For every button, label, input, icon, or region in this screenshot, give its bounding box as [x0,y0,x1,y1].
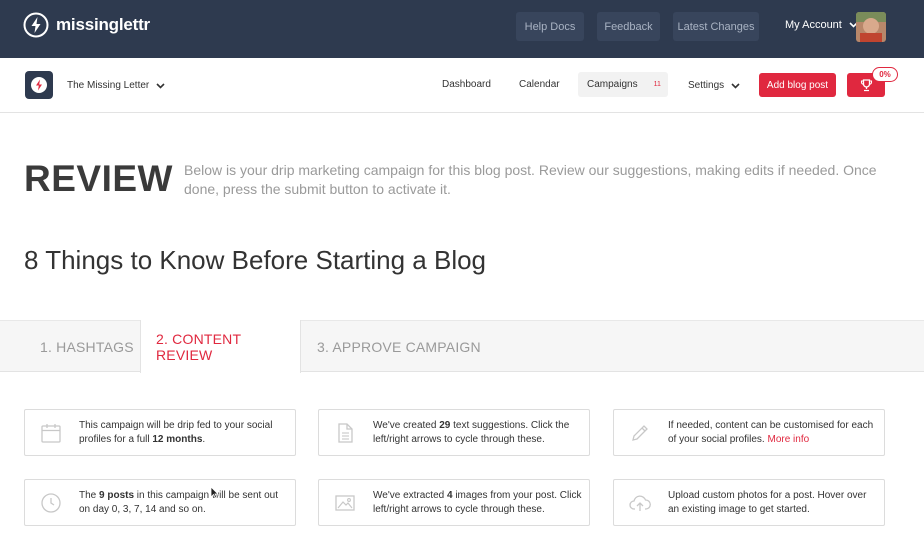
site-logo[interactable] [25,71,53,99]
my-account-label: My Account [785,19,842,31]
image-icon [335,495,355,511]
add-blog-post-button[interactable]: Add blog post [759,73,836,97]
info-card-text: The 9 posts in this campaign will be sen… [79,490,278,515]
my-account-menu[interactable]: My Account [785,19,858,31]
nav-settings-label: Settings [688,80,725,91]
info-card-text: If needed, content can be customised for… [668,420,874,445]
trophy-icon [860,78,872,91]
info-card-text: Upload custom photos for a post. Hover o… [668,490,867,515]
site-navigation-bar: The Missing Letter Dashboard Calendar Ca… [0,58,924,113]
chevron-down-icon [731,82,740,89]
blog-post-title: 8 Things to Know Before Starting a Blog [24,245,487,275]
campaigns-count-badge: 11 [653,81,661,88]
feedback-button[interactable]: Feedback [597,12,660,41]
mouse-pointer-icon [210,486,219,499]
info-card-drip: This campaign will be drip fed to your s… [24,409,296,456]
nav-campaigns[interactable]: Campaigns 11 [578,72,668,97]
brand-logo[interactable]: missinglettr [23,12,150,38]
info-card-text: We've created 29 text suggestions. Click… [373,420,570,445]
brand-name: missinglettr [56,15,150,34]
info-card-images: We've extracted 4 images from your post.… [318,479,590,526]
tab-hashtags[interactable]: 1. HASHTAGS [40,321,134,372]
tab-content-review[interactable]: 2. CONTENT REVIEW [140,320,301,373]
nav-settings[interactable]: Settings [688,80,740,91]
avatar[interactable] [856,12,886,42]
document-icon [338,423,353,443]
more-info-link[interactable]: More info [768,434,810,445]
info-card-customise: If needed, content can be customised for… [613,409,885,456]
latest-changes-button[interactable]: Latest Changes [673,12,759,41]
lightning-bolt-icon [23,12,49,38]
nav-campaigns-label: Campaigns [587,79,638,90]
nav-calendar[interactable]: Calendar [519,79,560,90]
calendar-icon [41,424,61,443]
help-docs-button[interactable]: Help Docs [516,12,584,41]
site-name-label: The Missing Letter [67,80,150,91]
cloud-upload-icon [629,495,651,511]
clock-icon [41,493,61,513]
pencil-icon [632,425,648,441]
campaign-step-tabs: 1. HASHTAGS 2. CONTENT REVIEW 3. APPROVE… [0,320,924,373]
top-navigation-bar: missinglettr Help Docs Feedback Latest C… [0,0,924,58]
lightning-bolt-icon [31,77,47,93]
progress-percent-badge: 0% [872,67,898,82]
info-card-schedule: The 9 posts in this campaign will be sen… [24,479,296,526]
info-card-upload: Upload custom photos for a post. Hover o… [613,479,885,526]
page-description: Below is your drip marketing campaign fo… [184,162,877,197]
chevron-down-icon [156,82,165,89]
page-title: REVIEW [24,158,173,199]
info-card-suggestions: We've created 29 text suggestions. Click… [318,409,590,456]
site-selector[interactable]: The Missing Letter [67,80,165,91]
info-card-text: This campaign will be drip fed to your s… [79,420,273,445]
tab-approve-campaign[interactable]: 3. APPROVE CAMPAIGN [317,321,481,372]
nav-dashboard[interactable]: Dashboard [442,79,491,90]
info-card-text: We've extracted 4 images from your post.… [373,490,582,515]
